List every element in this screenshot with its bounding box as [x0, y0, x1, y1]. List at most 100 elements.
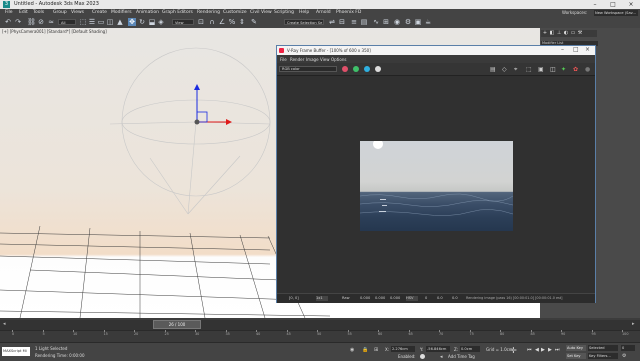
spinner-snap-icon[interactable]: ⇕ [238, 18, 246, 26]
mirror-icon[interactable]: ⇌ [328, 18, 336, 26]
close-icon[interactable]: × [622, 0, 640, 9]
current-frame-field[interactable]: 0 [621, 345, 635, 351]
track-mouse-icon[interactable]: ⌖ [514, 66, 521, 73]
selection-filter-dropdown[interactable]: All [58, 19, 76, 25]
stop-render-icon[interactable]: ✿ [573, 66, 580, 73]
key-mode-select[interactable]: Selected [588, 345, 618, 351]
compare-icon[interactable]: ◫ [550, 66, 557, 73]
fb-menu-file[interactable]: File [280, 57, 287, 62]
add-time-tag[interactable]: Add Time Tag [448, 354, 475, 359]
maximize-icon[interactable]: □ [604, 0, 622, 9]
percent-snap-icon[interactable]: % [228, 18, 236, 26]
menu-edit[interactable]: Edit [19, 9, 28, 17]
menu-file[interactable]: File [5, 9, 13, 17]
play-icon[interactable]: ▶ [541, 347, 545, 353]
workspace-select[interactable]: New Workspace (Sav... [594, 10, 638, 16]
create-tab-icon[interactable]: + [542, 31, 548, 36]
menu-phoenix-fd[interactable]: Phoenix FD [336, 9, 361, 17]
undo-icon[interactable]: ↶ [4, 18, 12, 26]
fb-minimize-icon[interactable]: – [561, 46, 564, 53]
redo-icon[interactable]: ↷ [14, 18, 22, 26]
y-coord-field[interactable]: -56.846cm [426, 346, 450, 352]
edit-named-selection-icon[interactable]: ✎ [250, 18, 258, 26]
window-crossing-icon[interactable]: ◫ [106, 18, 114, 26]
place-tool-icon[interactable]: ◈ [157, 18, 165, 26]
region-render-icon[interactable]: ⬚ [526, 66, 533, 73]
reference-coordinate-dropdown[interactable]: View [172, 19, 194, 25]
lens-effects-icon[interactable]: ▣ [538, 66, 545, 73]
fb-maximize-icon[interactable]: □ [573, 46, 579, 53]
fb-menu-view[interactable]: View [320, 57, 330, 62]
z-coord-field[interactable]: 0.0cm [460, 346, 480, 352]
next-frame-icon[interactable]: ▶ [548, 347, 552, 353]
time-slider-thumb[interactable]: 26 / 100 [153, 320, 201, 329]
select-object-icon[interactable]: ⬚ [79, 18, 87, 26]
key-filters-button[interactable]: Key Filters... [588, 353, 618, 359]
prev-frame-icon[interactable]: ◀ [535, 347, 539, 353]
angle-snap-icon[interactable]: ∠ [218, 18, 226, 26]
interactive-render-icon[interactable]: ✦ [561, 66, 568, 73]
menu-rendering[interactable]: Rendering [197, 9, 220, 17]
fb-menu-options[interactable]: Options [331, 57, 346, 62]
menu-modifiers[interactable]: Modifiers [111, 9, 132, 17]
fb-close-icon[interactable]: × [585, 46, 590, 53]
link-icon[interactable]: ⛓ [27, 18, 36, 26]
menu-scripting[interactable]: Scripting [274, 9, 294, 17]
hierarchy-tab-icon[interactable]: ⊥ [556, 31, 562, 36]
fb-menu-image[interactable]: Image [306, 57, 319, 62]
timeline-next-icon[interactable]: ▸ [632, 321, 635, 327]
set-key-button[interactable]: Set Key [566, 353, 586, 359]
align-icon[interactable]: ⊟ [338, 18, 346, 26]
set-key-icon[interactable]: ✛ [510, 346, 517, 355]
menu-civil-view[interactable]: Civil View [250, 9, 272, 17]
go-to-end-icon[interactable]: ⏭ [555, 347, 560, 353]
auto-key-button[interactable]: Auto Key [566, 345, 586, 351]
menu-tools[interactable]: Tools [33, 9, 44, 17]
rectangular-selection-icon[interactable]: ▭ [97, 18, 105, 26]
time-config-icon[interactable]: ⚙ [622, 353, 626, 359]
snaps-toggle-icon[interactable]: ∩ [208, 18, 216, 26]
scale-tool-icon[interactable]: ⬓ [148, 18, 156, 26]
rendered-frame-window-icon[interactable]: ▣ [414, 18, 422, 26]
bind-spacewarp-icon[interactable]: ≈ [47, 18, 55, 26]
alpha-channel-toggle[interactable] [375, 66, 381, 72]
render-setup-icon[interactable]: ⚙ [404, 18, 412, 26]
layer-explorer-icon[interactable]: ▤ [360, 18, 368, 26]
menu-graph-editors[interactable]: Graph Editors [162, 9, 193, 17]
save-image-icon[interactable]: ▤ [490, 66, 497, 73]
pivot-center-icon[interactable]: ⊡ [197, 18, 205, 26]
move-gizmo[interactable] [194, 84, 232, 125]
menu-animation[interactable]: Animation [136, 9, 159, 17]
menu-views[interactable]: Views [71, 9, 84, 17]
blue-channel-toggle[interactable] [364, 66, 370, 72]
menu-create[interactable]: Create [92, 9, 107, 17]
schematic-view-icon[interactable]: ⊞ [382, 18, 390, 26]
fb-menu-render[interactable]: Render [290, 57, 304, 62]
select-by-name-icon[interactable]: ☰ [88, 18, 96, 26]
fb-status-format[interactable]: HSV [406, 296, 418, 301]
menu-group[interactable]: Group [53, 9, 67, 17]
maxscript-listener[interactable]: MAXScript Mi [2, 347, 30, 356]
menu-arnold[interactable]: Arnold [316, 9, 331, 17]
unlink-icon[interactable]: ⊘ [37, 18, 45, 26]
named-selection-set-dropdown[interactable]: Create Selection Se [284, 19, 324, 25]
viewport-label[interactable]: [+] [PhysCamera001] [Standard*] [Default… [2, 29, 107, 34]
minimize-icon[interactable]: – [586, 0, 604, 9]
scene-explorer-icon[interactable]: ≡ [350, 18, 358, 26]
x-coord-field[interactable]: 2.276cm [391, 346, 415, 352]
render-production-icon[interactable]: ☕ [424, 18, 432, 26]
clear-image-icon[interactable]: ◇ [502, 66, 509, 73]
go-to-start-icon[interactable]: ⏮ [527, 347, 532, 353]
fb-status-zoom[interactable]: 1x1 [316, 296, 328, 301]
absolute-mode-icon[interactable]: ⊞ [374, 347, 378, 353]
move-tool-icon[interactable]: ✥ [128, 18, 136, 26]
render-icon[interactable]: ● [585, 66, 592, 73]
display-tab-icon[interactable]: ▭ [570, 31, 576, 36]
motion-tab-icon[interactable]: ◐ [563, 31, 569, 36]
channel-select[interactable]: RGB color [279, 66, 337, 72]
select-icon[interactable]: ▲ [116, 18, 124, 26]
menu-customize[interactable]: Customize [223, 9, 247, 17]
green-channel-toggle[interactable] [353, 66, 359, 72]
red-channel-toggle[interactable] [342, 66, 348, 72]
rotate-tool-icon[interactable]: ↻ [138, 18, 146, 26]
